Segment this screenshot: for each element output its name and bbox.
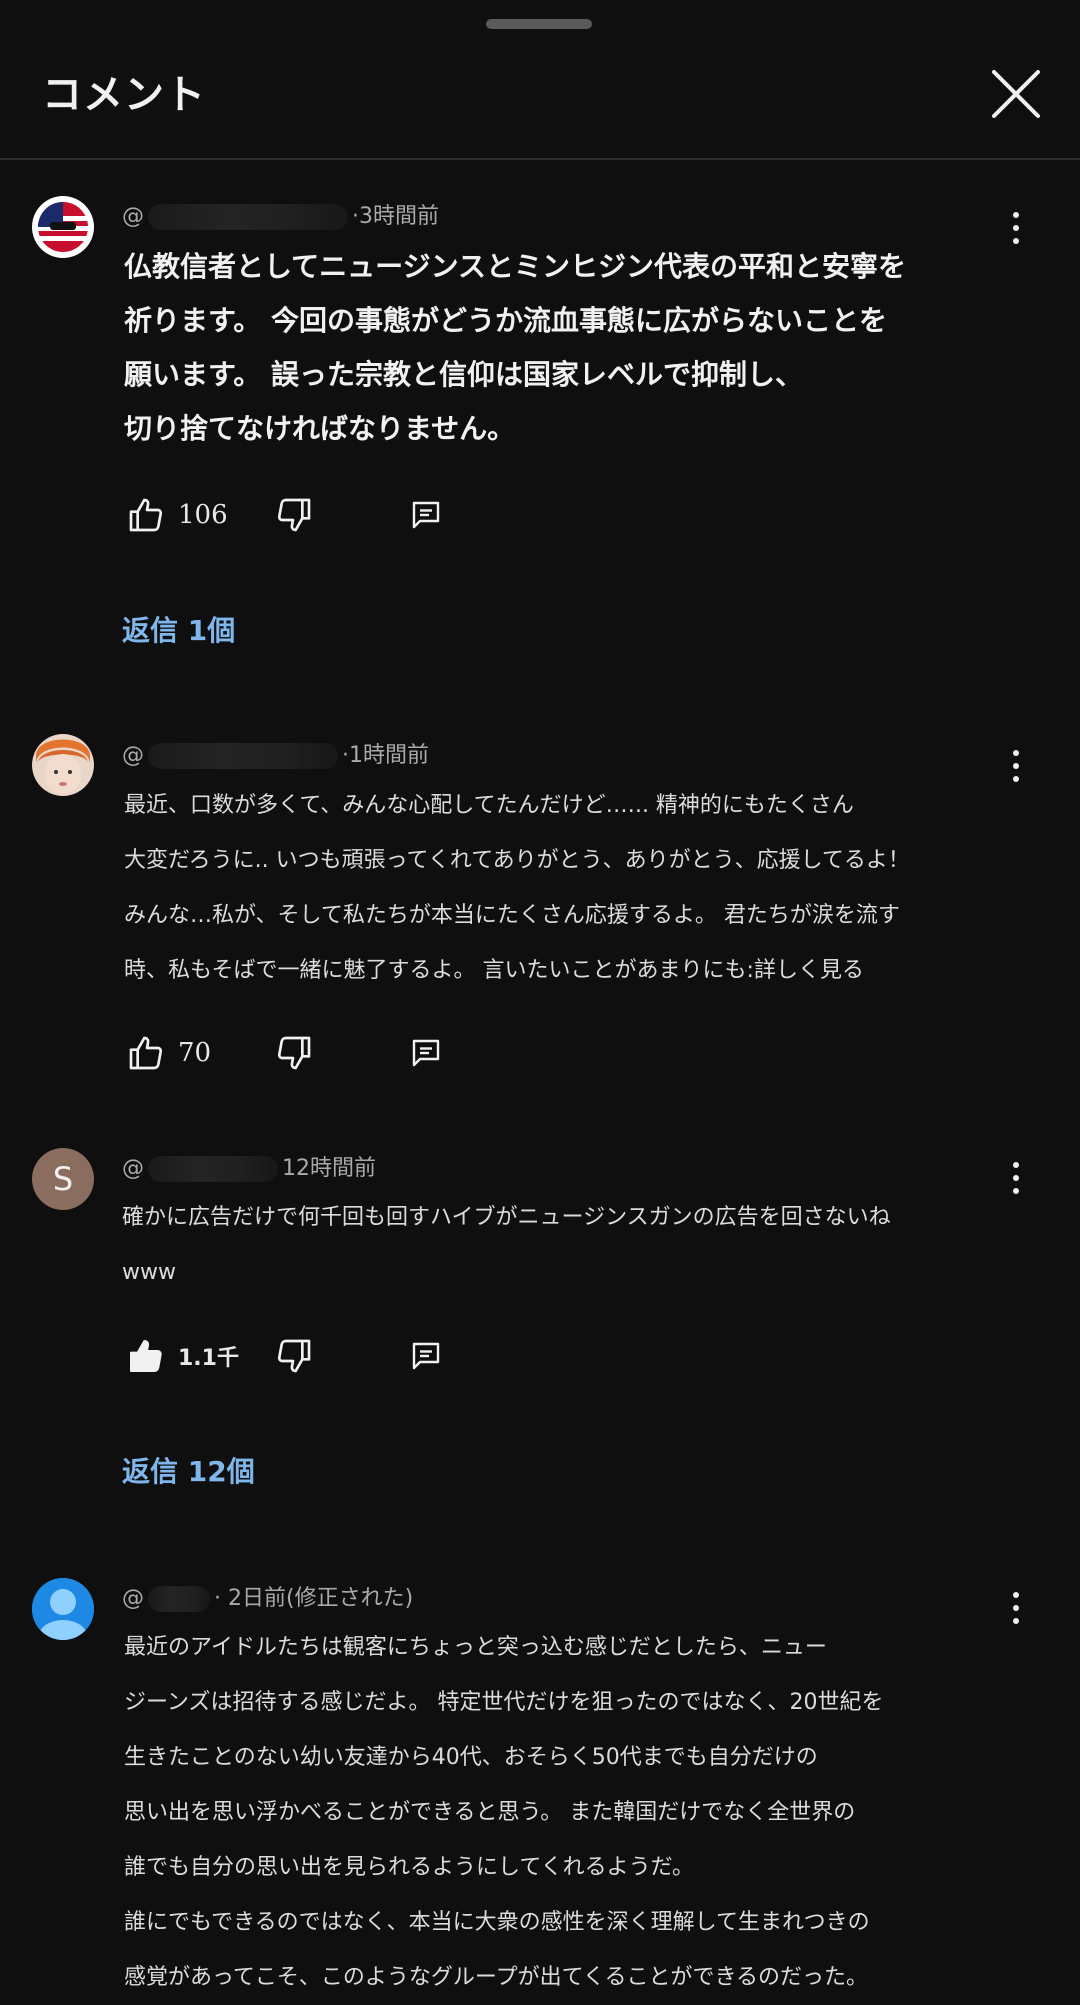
comment-actions: 106 (124, 493, 524, 543)
redacted-username (148, 1156, 278, 1182)
comment-timestamp: · 2日前(修正された) (214, 1586, 414, 1611)
view-replies-link[interactable]: 返信 12個 (122, 1450, 255, 1490)
like-button[interactable]: 106 (126, 493, 228, 537)
thumbs-down-icon (277, 498, 311, 532)
comment-text-line: 時、私もそばで一緒に魅了するよ。 言いたいことがあまりにも:詳しく見る (124, 958, 864, 983)
reply-comment-icon (412, 501, 440, 529)
comment-text-line: 感覚があってこそ、このようなグループが出てくることができるのだった。 (124, 1965, 869, 1990)
close-button[interactable] (988, 66, 1044, 122)
thumbs-up-icon (129, 1036, 163, 1070)
like-button[interactable]: 1.1千 (126, 1334, 239, 1378)
comment-meta: @ · 2日前(修正された) (122, 1580, 413, 1612)
comment-text-line: 思い出を思い浮かべることができると思う。 また韓国だけでなく全世界の (124, 1800, 856, 1825)
dislike-button[interactable] (274, 493, 314, 537)
like-count: 1.1千 (178, 1346, 239, 1371)
flag-ball-avatar-icon (32, 196, 94, 258)
close-icon (992, 70, 1040, 118)
comment-text: 仏教信者としてニュージンスとミンヒジン代表の平和と安寧を 祈ります。 今回の事態… (124, 240, 1024, 456)
avatar[interactable] (32, 196, 94, 258)
dislike-button[interactable] (274, 1334, 314, 1378)
thumbs-down-icon (277, 1036, 311, 1070)
comment-text-line: 生きたことのない幼い友達から40代、おそらく50代までも自分だけの (124, 1745, 818, 1770)
comment-author-handle[interactable]: @ (122, 743, 144, 768)
comment-text-line: 最近、口数が多くて、みんな心配してたんだけど‥‥.. 精神的にもたくさん (124, 793, 854, 818)
default-user-avatar-icon (32, 1578, 94, 1640)
comment-text-line: www (122, 1260, 176, 1285)
like-button[interactable]: 70 (126, 1031, 211, 1075)
comment-text-line: ジーンズは招待する感じだよ。 特定世代だけを狙ったのではなく、20世紀を (124, 1690, 884, 1715)
comment-text-line: 祈ります。 今回の事態がどうか流血事態に広がらないことを (124, 304, 887, 337)
avatar[interactable]: S (32, 1148, 94, 1210)
thumbs-up-icon (129, 498, 163, 532)
comment-text-line: 切り捨てなければなりません。 (124, 412, 516, 445)
panel-title: コメント (42, 72, 206, 118)
comment-author-handle[interactable]: @ (122, 1156, 144, 1181)
comment-timestamp: ·3時間前 (352, 204, 439, 229)
comment-text-line: 誰でも自分の思い出を見られるようにしてくれるようだ。 (124, 1855, 695, 1880)
redacted-username (148, 204, 348, 230)
reply-button[interactable] (408, 493, 444, 537)
reply-button[interactable] (408, 1031, 444, 1075)
dislike-button[interactable] (274, 1031, 314, 1075)
comment-text-line: 誰にでもできるのではなく、本当に大衆の感性を深く理解して生まれつきの (124, 1910, 870, 1935)
avatar[interactable] (32, 1578, 94, 1640)
redacted-username (148, 743, 338, 769)
redacted-username (148, 1586, 210, 1612)
reply-comment-icon (412, 1342, 440, 1370)
comment-timestamp: ·1時間前 (342, 743, 429, 768)
comment-text: 最近、口数が多くて、みんな心配してたんだけど‥‥.. 精神的にもたくさん 大変だ… (124, 778, 1024, 998)
comment-meta: @12時間前 (122, 1150, 376, 1182)
comment-actions: 1.1千 (124, 1334, 524, 1384)
view-replies-link[interactable]: 返信 1個 (122, 609, 235, 649)
avatar[interactable] (32, 734, 94, 796)
comments-header: コメント (0, 0, 1080, 160)
comment-meta: @ ·1時間前 (122, 737, 429, 769)
comment-text-line: 仏教信者としてニュージンスとミンヒジン代表の平和と安寧を (124, 250, 907, 283)
reply-comment-icon (412, 1039, 440, 1067)
reply-button[interactable] (408, 1334, 444, 1378)
like-count: 106 (178, 500, 228, 530)
comment-text: 最近のアイドルたちは観客にちょっと突っ込む感じだとしたら、ニュー ジーンズは招待… (124, 1620, 1024, 2005)
thumbs-up-filled-icon (130, 1340, 162, 1372)
user-photo-avatar-icon (32, 734, 94, 796)
comment-actions: 70 (124, 1031, 524, 1081)
comment-text-line: みんな…私が、そして私たちが本当にたくさん応援するよ。 君たちが涙を流す (124, 903, 900, 928)
comment-author-handle[interactable]: @ (122, 204, 144, 229)
comment-text: 確かに広告だけで何千回も回すハイブがニュージンスガンの広告を回さないね www (122, 1190, 1022, 1300)
thumbs-down-icon (277, 1339, 311, 1373)
comment-text-line: 願います。 誤った宗教と信仰は国家レベルで抑制し、 (124, 358, 803, 391)
comment-text-line: 大変だろうに.. いつも頑張ってくれてありがとう、ありがとう、応援してるよ！ (124, 848, 910, 873)
comment-author-handle[interactable]: @ (122, 1586, 144, 1611)
comment-meta: @ ·3時間前 (122, 198, 439, 230)
avatar-initial: S (52, 1160, 74, 1198)
comment-text-line: 確かに広告だけで何千回も回すハイブがニュージンスガンの広告を回さないね (122, 1205, 891, 1230)
like-count: 70 (178, 1038, 212, 1068)
comment-text-line: 最近のアイドルたちは観客にちょっと突っ込む感じだとしたら、ニュー (124, 1635, 827, 1660)
comment-timestamp: 12時間前 (282, 1156, 376, 1181)
